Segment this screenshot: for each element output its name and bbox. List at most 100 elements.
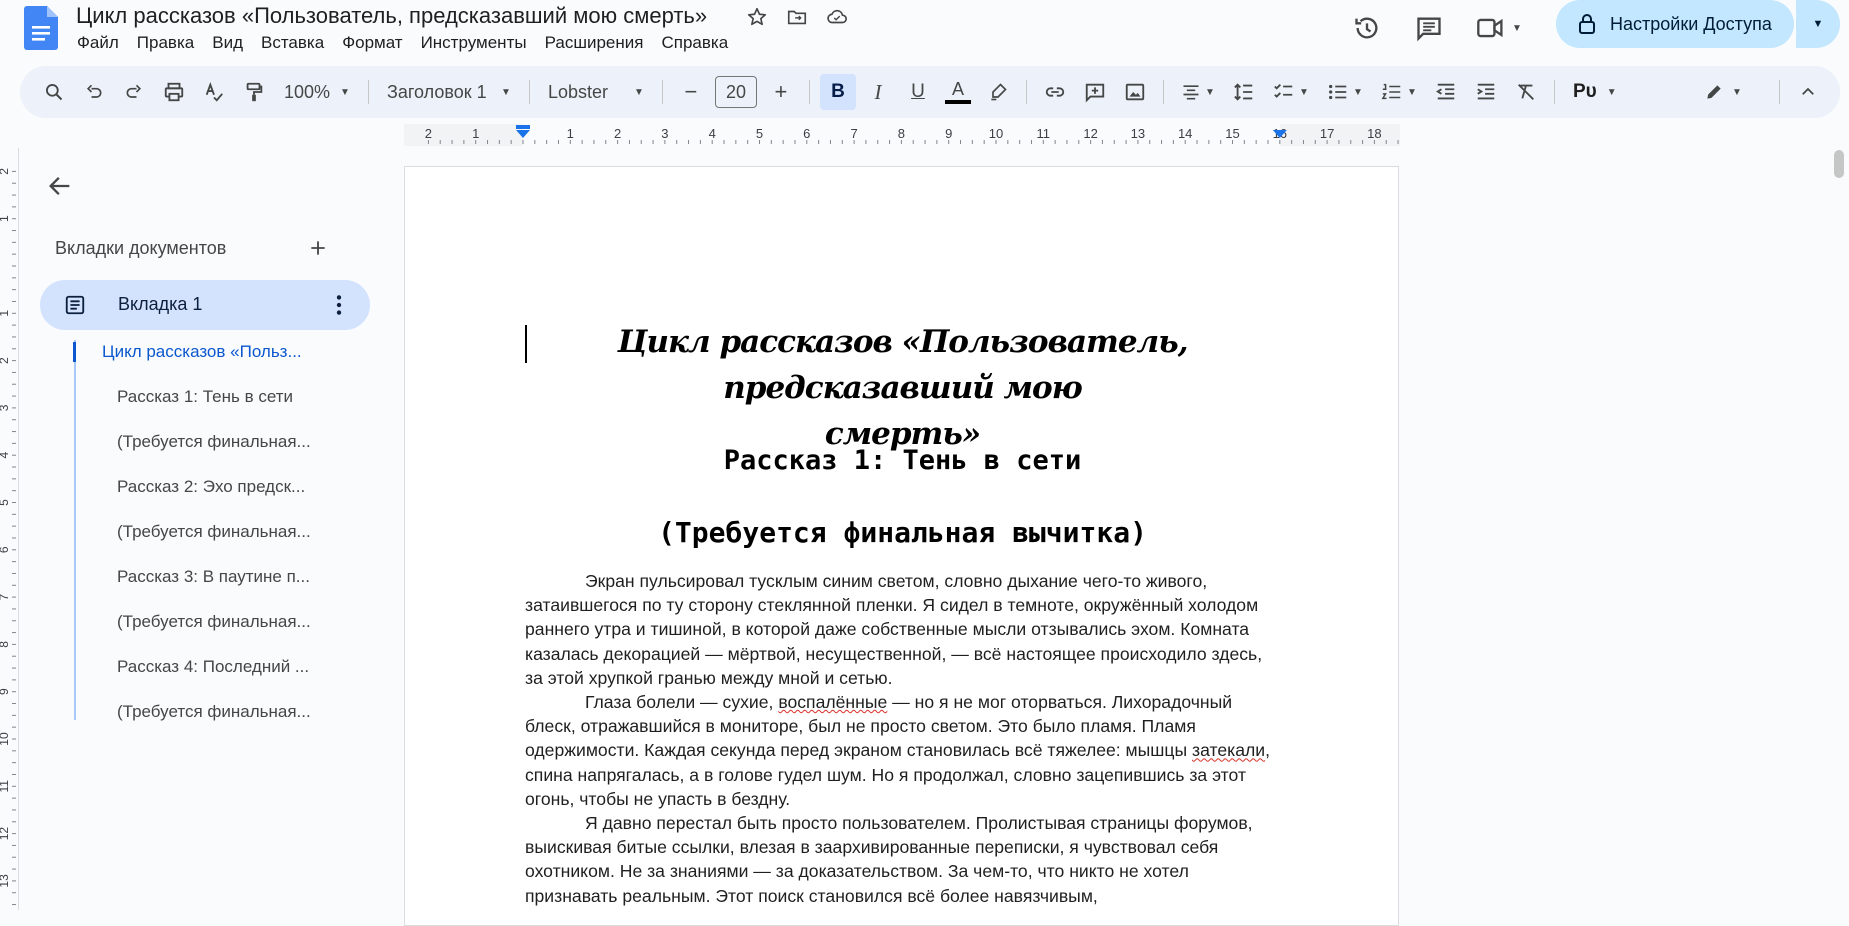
menu-view[interactable]: Вид: [203, 32, 252, 54]
outline-item[interactable]: Рассказ 4: Последний ...: [117, 657, 347, 677]
menu-insert[interactable]: Вставка: [252, 32, 333, 54]
bulleted-list-icon[interactable]: ▼: [1320, 74, 1370, 110]
spellcheck-icon[interactable]: [196, 74, 232, 110]
back-arrow-icon[interactable]: [46, 172, 74, 200]
move-folder-icon[interactable]: [784, 4, 810, 30]
font-select[interactable]: Lobster ▼: [540, 74, 652, 110]
ruler-label: 7: [0, 593, 11, 600]
redo-icon[interactable]: [116, 74, 152, 110]
proofread-heading[interactable]: (Требуется финальная вычитка): [525, 516, 1280, 549]
comments-icon[interactable]: [1407, 6, 1451, 50]
text-run: Глаза болели — сухие,: [585, 692, 779, 713]
undo-icon[interactable]: [76, 74, 112, 110]
ruler-label: 7: [850, 126, 857, 141]
outline-item[interactable]: (Требуется финальная...: [117, 612, 347, 632]
insert-image-icon[interactable]: [1117, 74, 1153, 110]
outline-item[interactable]: (Требуется финальная...: [117, 432, 347, 452]
paragraph: Глаза болели — сухие, воспалённые — но я…: [525, 690, 1280, 811]
document-title[interactable]: Цикл рассказов «Пользователь, предсказав…: [76, 3, 707, 29]
add-tab-icon[interactable]: [303, 233, 333, 263]
outline-track: [74, 340, 76, 720]
spelling-error[interactable]: воспалённые: [778, 692, 887, 712]
clear-formatting-icon[interactable]: [1508, 74, 1544, 110]
outline-item[interactable]: Рассказ 2: Эхо предск...: [117, 477, 347, 497]
vertical-ruler[interactable]: 2112345678910111213: [0, 148, 18, 910]
menu-bar: Файл Правка Вид Вставка Формат Инструмен…: [68, 32, 737, 54]
cloud-saved-icon[interactable]: [824, 4, 850, 30]
ruler-label: 11: [1037, 126, 1051, 141]
tab-item-1[interactable]: Вкладка 1: [40, 280, 370, 330]
outline-current-marker: [73, 342, 76, 362]
outline-item[interactable]: Рассказ 3: В паутине п...: [117, 567, 347, 587]
docs-logo-icon[interactable]: [24, 6, 58, 50]
increase-indent-icon[interactable]: [1468, 74, 1504, 110]
paragraph-style-select[interactable]: Заголовок 1 ▼: [379, 74, 519, 110]
toolbar-divider: [367, 80, 369, 104]
vertical-scrollbar[interactable]: [1834, 150, 1844, 178]
outline-item[interactable]: (Требуется финальная...: [117, 702, 347, 722]
ruler-label: 8: [0, 641, 11, 648]
paragraph: Экран пульсировал тусклым синим светом, …: [525, 571, 1263, 688]
ruler-label: 1: [0, 215, 11, 222]
menu-tools[interactable]: Инструменты: [412, 32, 536, 54]
ruler-label: 4: [709, 126, 716, 141]
hide-menus-icon[interactable]: [1790, 74, 1826, 110]
document-heading-title[interactable]: Цикл рассказов «Пользователь, предсказав…: [525, 319, 1280, 457]
insert-link-icon[interactable]: [1037, 74, 1073, 110]
ruler-label: 9: [0, 688, 11, 695]
print-icon[interactable]: [156, 74, 192, 110]
checklist-icon[interactable]: ▼: [1266, 74, 1316, 110]
underline-button[interactable]: U: [900, 74, 936, 110]
tab-label: Вкладка 1: [118, 294, 203, 314]
ruler-divider: [18, 148, 19, 910]
line-spacing-icon[interactable]: [1226, 74, 1262, 110]
more-vert-icon[interactable]: [326, 292, 352, 318]
document-page[interactable]: Цикл рассказов «Пользователь, предсказав…: [404, 166, 1399, 926]
ruler-label: 10: [0, 732, 11, 746]
bold-button[interactable]: B: [819, 74, 856, 110]
input-tools-icon: Рᴜ: [1572, 81, 1597, 102]
align-center-icon[interactable]: ▼: [1174, 74, 1222, 110]
text-color-swatch: [944, 100, 971, 104]
document-body[interactable]: Экран пульсировал тусклым синим светом, …: [525, 569, 1280, 908]
text-color-button[interactable]: A: [940, 74, 976, 110]
ruler-label: 13: [1131, 126, 1145, 141]
ruler-label: 1: [0, 310, 11, 317]
numbered-list-icon[interactable]: ▼: [1374, 74, 1424, 110]
increase-font-size-button[interactable]: +: [763, 74, 799, 110]
outline-item[interactable]: (Требуется финальная...: [117, 522, 347, 542]
menu-extensions[interactable]: Расширения: [536, 32, 653, 54]
story-heading[interactable]: Рассказ 1: Тень в сети: [525, 445, 1280, 476]
toolbar-divider: [808, 80, 810, 104]
chevron-down-icon: ▼: [340, 86, 350, 98]
zoom-select[interactable]: 100% ▼: [276, 74, 358, 110]
version-history-icon[interactable]: [1345, 6, 1389, 50]
paint-format-icon[interactable]: [236, 74, 272, 110]
share-dropdown-button[interactable]: ▼: [1796, 0, 1840, 48]
search-menus-icon[interactable]: [36, 74, 72, 110]
spelling-error[interactable]: затекали: [1192, 740, 1265, 760]
star-icon[interactable]: [744, 4, 770, 30]
italic-button[interactable]: I: [860, 74, 896, 110]
menu-help[interactable]: Справка: [652, 32, 737, 54]
font-size-input[interactable]: 20: [714, 76, 757, 108]
meet-icon[interactable]: ▼: [1469, 6, 1529, 50]
outline-item[interactable]: Рассказ 1: Тень в сети: [117, 387, 347, 407]
menu-format[interactable]: Формат: [333, 32, 411, 54]
horizontal-ruler[interactable]: 21123456789101112131415161718: [404, 124, 1400, 146]
add-comment-icon[interactable]: [1077, 74, 1113, 110]
ruler-label: 10: [989, 126, 1003, 141]
toolbar-divider: [1553, 80, 1555, 104]
decrease-font-size-button[interactable]: −: [673, 74, 709, 110]
outline-item-title[interactable]: Цикл рассказов «Польз...: [102, 342, 332, 362]
highlight-color-icon[interactable]: [980, 74, 1016, 110]
menu-edit[interactable]: Правка: [128, 32, 203, 54]
editing-mode-button[interactable]: ▼: [1693, 74, 1753, 110]
input-tools-button[interactable]: Рᴜ ▼: [1565, 74, 1625, 110]
decrease-indent-icon[interactable]: [1428, 74, 1464, 110]
share-button[interactable]: Настройки Доступа: [1556, 0, 1794, 48]
document-tabs-sidebar: Вкладки документов Вкладка 1 Цикл расска…: [20, 150, 370, 910]
bold-icon: B: [831, 81, 845, 102]
menu-file[interactable]: Файл: [68, 32, 128, 54]
first-line-indent-marker[interactable]: [516, 125, 530, 129]
